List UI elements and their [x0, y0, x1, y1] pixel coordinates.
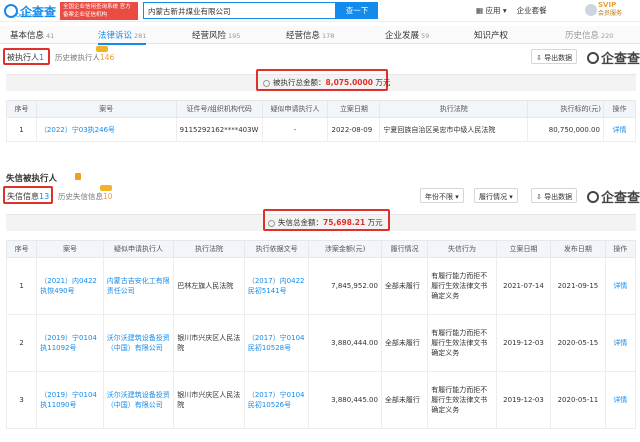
avatar[interactable]: [585, 4, 597, 16]
executed-summary: 被执行总金额：8,075.0000 万元: [263, 77, 390, 88]
basis-link[interactable]: （2017）宁0104民初10528号: [243, 314, 310, 372]
dishonest-summary: 失信总金额：75,698.21 万元: [268, 217, 383, 228]
basis-link[interactable]: （2017）宁0104民初10526号: [243, 371, 310, 429]
executed-history-tab[interactable]: 历史被执行人146: [55, 52, 114, 63]
tab-operating-risk[interactable]: 经营风险 195: [192, 29, 240, 41]
tab-operating-info[interactable]: 经营信息 178: [286, 29, 334, 41]
download-icon: ⇩: [536, 54, 545, 62]
executed-tab[interactable]: 被执行人1: [7, 52, 44, 63]
app-menu[interactable]: ▦ 应用 ▾: [476, 5, 507, 16]
detail-link[interactable]: 详情: [602, 117, 637, 142]
detail-link[interactable]: 详情: [604, 371, 637, 429]
detail-link[interactable]: 详情: [604, 257, 637, 315]
tab-basic-info[interactable]: 基本信息 41: [10, 29, 54, 41]
suite-link[interactable]: 企业套餐: [517, 5, 547, 16]
vip-tag: [96, 46, 108, 52]
qcc-watermark: 企查查: [587, 187, 640, 206]
lock-icon: [75, 173, 81, 180]
info-icon: [268, 219, 275, 227]
vip-badge[interactable]: SVIP 会员服务: [598, 1, 622, 18]
dishonest-history-tab[interactable]: 历史失信信息10: [58, 191, 113, 202]
search-button[interactable]: 查一下: [336, 2, 378, 19]
executed-table: 序号 案号 证件号/组织机构代码 疑似申请执行人 立案日期 执行法院 执行标的(…: [6, 100, 637, 142]
table-row: 2 （2019）宁0104执11092号 沃尔沃建筑设备投资（中国）有限公司 银…: [5, 314, 637, 372]
basis-link[interactable]: （2017）内0422民初5141号: [243, 257, 310, 315]
dishonest-tab[interactable]: 失信信息13: [7, 191, 49, 202]
case-link[interactable]: （2019）宁0104执11092号: [36, 314, 104, 372]
vip-tag: [100, 185, 112, 191]
export-button[interactable]: ⇩ 导出数据: [531, 188, 578, 203]
top-bar: 企查查 Qcc.com 全国企业信用查询系统 官方备案企业征信机构 内蒙古新井煤…: [0, 0, 640, 22]
case-link[interactable]: （2022）宁03执246号: [35, 117, 177, 142]
info-icon: [263, 79, 270, 87]
applicant-link[interactable]: 内蒙古吉安化工有限责任公司: [102, 257, 175, 315]
tab-ip[interactable]: 知识产权: [474, 29, 510, 41]
case-link[interactable]: （2019）宁0104执11090号: [36, 371, 104, 429]
applicant-link[interactable]: 沃尔沃建筑设备投资（中国）有限公司: [102, 314, 175, 372]
table-row: 1 （2021）内0422执恢490号 内蒙古吉安化工有限责任公司 巴林左旗人民…: [5, 257, 637, 315]
applicant-link[interactable]: 沃尔沃建筑设备投资（中国）有限公司: [102, 371, 175, 429]
search-input[interactable]: 内蒙古新井煤业有限公司: [143, 2, 336, 19]
status-filter[interactable]: 履行情况 ▾: [474, 188, 518, 203]
tab-history[interactable]: 历史信息 220: [565, 29, 613, 41]
dishonest-title: 失信被执行人: [6, 174, 58, 184]
tab-development[interactable]: 企业发展 59: [385, 29, 429, 41]
dishonest-table: 序号 案号 疑似申请执行人 执行法院 执行依据文号 涉案金额(元) 履行情况 失…: [5, 240, 637, 429]
year-filter[interactable]: 年份不限 ▾: [420, 188, 464, 203]
logo-subtitle: Qcc.com: [16, 13, 38, 19]
detail-link[interactable]: 详情: [604, 314, 637, 372]
main-tabs: 基本信息 41 法律诉讼 281 经营风险 195 经营信息 178 企业发展 59 知识…: [0, 26, 640, 45]
case-link[interactable]: （2021）内0422执恢490号: [36, 257, 104, 315]
table-row: 1 （2022）宁03执246号 9115292162****403W - 20…: [6, 117, 637, 142]
table-row: 3 （2019）宁0104执11090号 沃尔沃建筑设备投资（中国）有限公司 银…: [5, 371, 637, 429]
credit-banner: 全国企业信用查询系统 官方备案企业征信机构: [60, 2, 138, 20]
export-button[interactable]: ⇩ 导出数据: [531, 49, 578, 64]
qcc-watermark: 企查查: [587, 48, 640, 67]
download-icon: ⇩: [536, 193, 545, 201]
tab-litigation[interactable]: 法律诉讼 281: [98, 29, 147, 45]
